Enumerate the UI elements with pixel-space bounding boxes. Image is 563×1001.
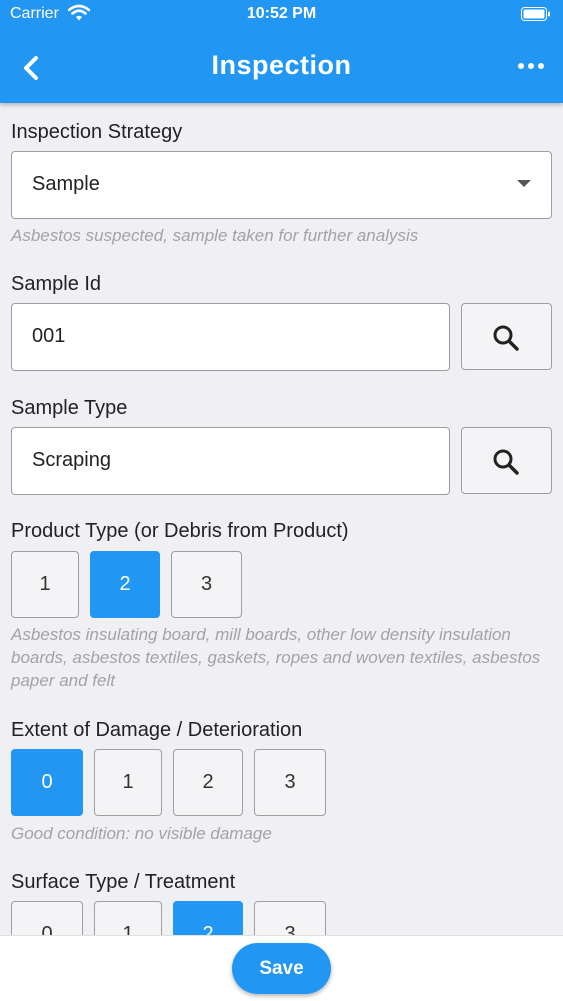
sample-type-search-button[interactable] <box>461 427 552 494</box>
damage-option-0[interactable]: 0 <box>11 749 83 816</box>
more-options-button[interactable] <box>513 52 549 80</box>
inspection-strategy-label: Inspection Strategy <box>11 121 183 143</box>
save-button[interactable]: Save <box>232 943 331 994</box>
product-type-option-2[interactable]: 2 <box>90 551 160 618</box>
dropdown-arrow-icon <box>517 180 531 187</box>
sample-type-input[interactable]: Scraping <box>11 427 450 495</box>
damage-option-2[interactable]: 2 <box>173 749 243 816</box>
sample-type-label: Sample Type <box>11 397 128 419</box>
damage-option-3[interactable]: 3 <box>254 749 326 816</box>
surface-option-0[interactable]: 0 <box>11 901 83 935</box>
status-time: 10:52 PM <box>246 5 317 22</box>
surface-option-2[interactable]: 2 <box>173 901 243 935</box>
status-bar: Carrier 10:52 PM <box>0 0 563 30</box>
navigation-bar: Inspection <box>0 30 563 103</box>
sample-id-input[interactable]: 001 <box>11 303 450 371</box>
sample-id-label: Sample Id <box>11 273 102 295</box>
sample-type-value: Scraping <box>32 449 111 471</box>
product-type-helper: Asbestos insulating board, mill boards, … <box>11 625 541 690</box>
inspection-strategy-select[interactable]: Sample <box>11 151 552 219</box>
page-title: Inspection <box>211 50 352 80</box>
product-type-option-1[interactable]: 1 <box>11 551 79 618</box>
app-header: Carrier 10:52 PM Inspection <box>0 0 563 103</box>
product-type-label: Product Type (or Debris from Product) <box>11 520 349 542</box>
surface-option-3[interactable]: 3 <box>254 901 326 935</box>
extent-of-damage-label: Extent of Damage / Deterioration <box>11 719 303 741</box>
more-horizontal-icon <box>518 63 544 69</box>
chevron-left-icon <box>24 56 38 80</box>
damage-option-1[interactable]: 1 <box>94 749 162 816</box>
extent-of-damage-helper: Good condition: no visible damage <box>11 824 272 843</box>
inspection-form: Inspection Strategy Sample Asbestos susp… <box>0 103 563 935</box>
product-type-option-3[interactable]: 3 <box>171 551 242 618</box>
inspection-strategy-helper: Asbestos suspected, sample taken for fur… <box>11 226 419 245</box>
search-icon <box>493 325 519 351</box>
footer-bar: Save <box>0 935 563 1001</box>
battery-icon <box>521 7 550 21</box>
back-button[interactable] <box>12 48 52 88</box>
surface-option-1[interactable]: 1 <box>94 901 162 935</box>
inspection-strategy-value: Sample <box>32 173 100 195</box>
search-icon <box>493 449 519 475</box>
surface-type-label: Surface Type / Treatment <box>11 871 236 893</box>
sample-id-search-button[interactable] <box>461 303 552 370</box>
sample-id-value: 001 <box>32 325 66 347</box>
